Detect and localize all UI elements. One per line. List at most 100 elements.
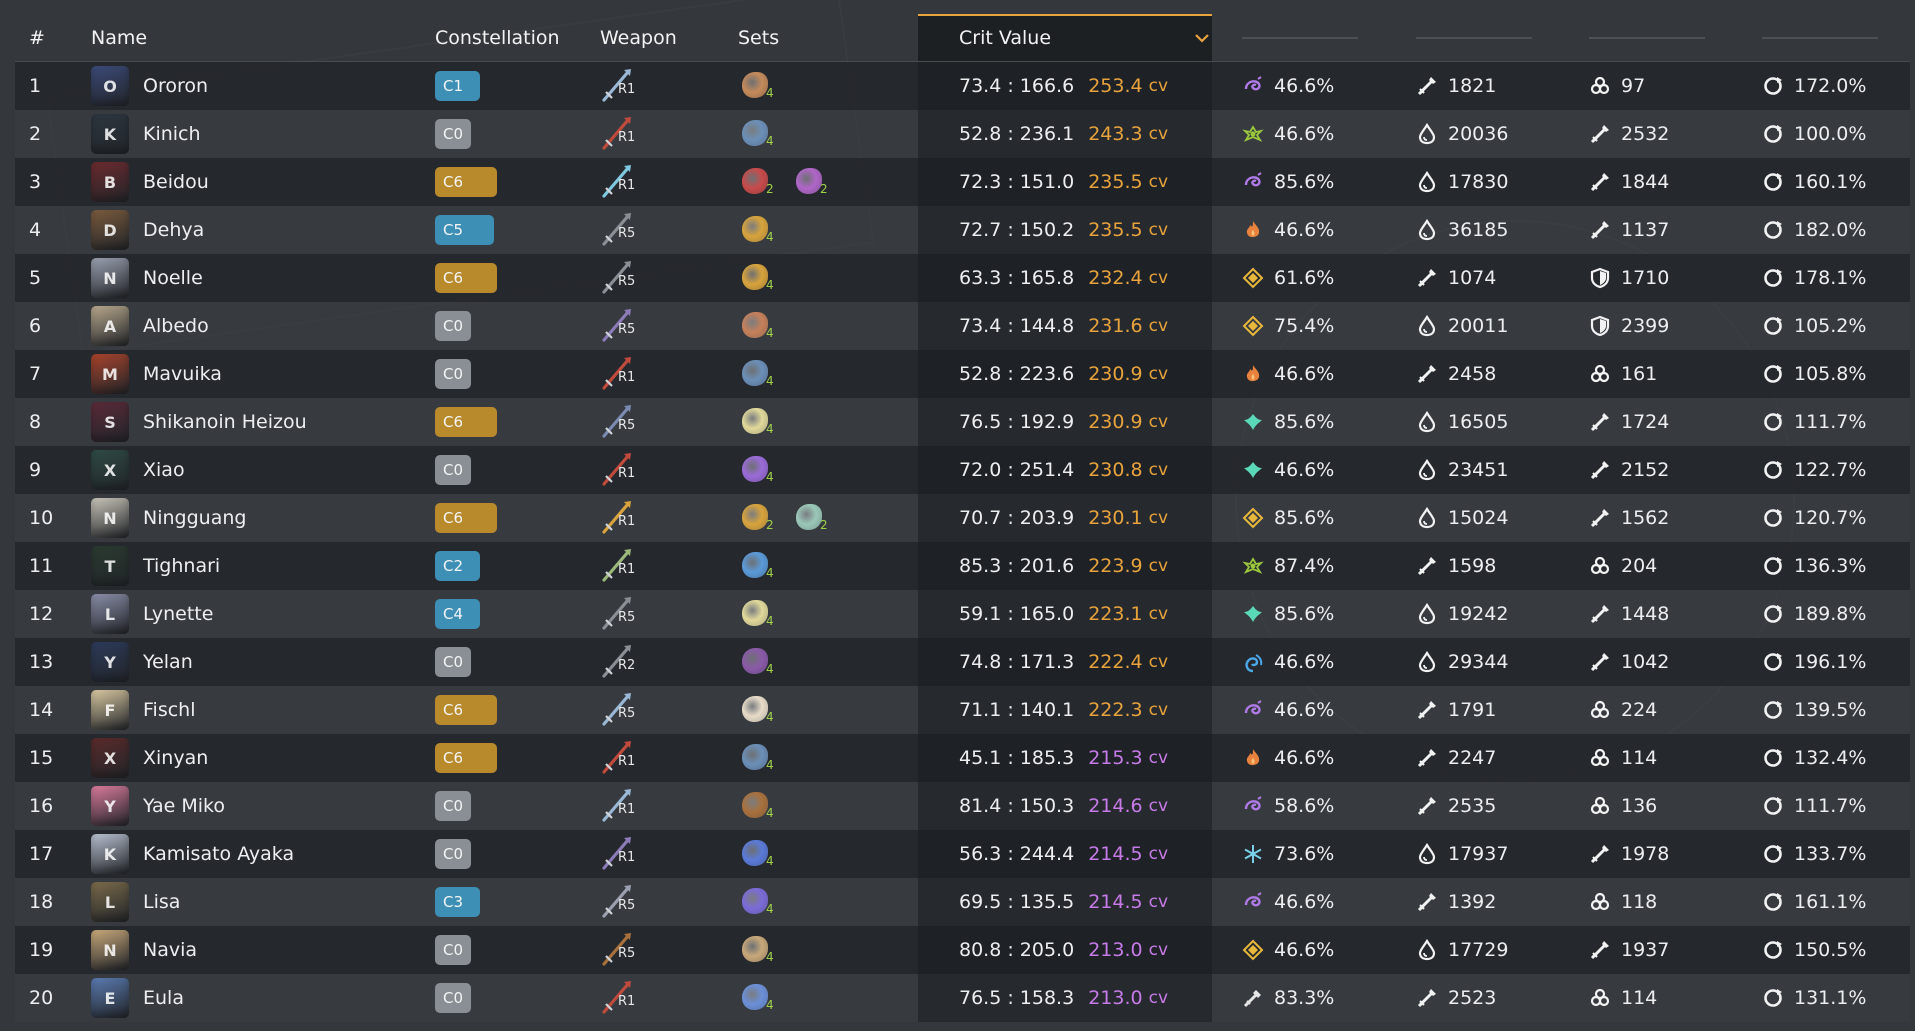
- weapon[interactable]: R1: [600, 786, 640, 826]
- artifact-set[interactable]: 2: [738, 498, 792, 538]
- character-name-cell[interactable]: M Mavuika: [91, 350, 435, 398]
- table-row[interactable]: 16 Y Yae Miko C0 R1 4 81.4 : 150.3 214.6 cv 58.6%…: [15, 782, 1910, 830]
- artifact-set[interactable]: 4: [738, 114, 792, 154]
- character-name-cell[interactable]: Y Yae Miko: [91, 782, 435, 830]
- weapon-cell[interactable]: R1: [600, 494, 738, 542]
- character-name-cell[interactable]: O Ororon: [91, 62, 435, 110]
- weapon-cell[interactable]: R1: [600, 62, 738, 110]
- table-row[interactable]: 5 N Noelle C6 R5 4 63.3 : 165.8 232.4 cv 61.6% 107…: [15, 254, 1910, 302]
- weapon-cell[interactable]: R1: [600, 974, 738, 1022]
- weapon[interactable]: R1: [600, 450, 640, 490]
- artifact-set[interactable]: 4: [738, 306, 792, 346]
- header-stat-4[interactable]: [1747, 14, 1910, 61]
- table-row[interactable]: 10 N Ningguang C6 R1 2 2 70.7 : 203.9 230.1 cv 85.…: [15, 494, 1910, 542]
- character-name-cell[interactable]: N Noelle: [91, 254, 435, 302]
- weapon-cell[interactable]: R5: [600, 302, 738, 350]
- table-row[interactable]: 8 S Shikanoin Heizou C6 R5 4 76.5 : 192.9 230.9…: [15, 398, 1910, 446]
- table-row[interactable]: 6 A Albedo C0 R5 4 73.4 : 144.8 231.6 cv 75.4% 200…: [15, 302, 1910, 350]
- weapon[interactable]: R1: [600, 162, 640, 202]
- weapon[interactable]: R1: [600, 498, 640, 538]
- artifact-set[interactable]: 4: [738, 930, 792, 970]
- character-name-cell[interactable]: K Kamisato Ayaka: [91, 830, 435, 878]
- artifact-set[interactable]: 4: [738, 690, 792, 730]
- weapon-cell[interactable]: R5: [600, 254, 738, 302]
- weapon-cell[interactable]: R5: [600, 398, 738, 446]
- weapon[interactable]: R1: [600, 834, 640, 874]
- character-name-cell[interactable]: F Fischl: [91, 686, 435, 734]
- chevron-down-icon[interactable]: [1193, 29, 1211, 47]
- artifact-set[interactable]: 4: [738, 786, 792, 826]
- weapon-cell[interactable]: R5: [600, 206, 738, 254]
- character-name-cell[interactable]: E Eula: [91, 974, 435, 1022]
- table-row[interactable]: 14 F Fischl C6 R5 4 71.1 : 140.1 222.3 cv 46.6% 17…: [15, 686, 1910, 734]
- artifact-set[interactable]: 4: [738, 642, 792, 682]
- artifact-set[interactable]: 4: [738, 882, 792, 922]
- artifact-set[interactable]: 4: [738, 402, 792, 442]
- character-name-cell[interactable]: X Xiao: [91, 446, 435, 494]
- character-name-cell[interactable]: Y Yelan: [91, 638, 435, 686]
- weapon[interactable]: R5: [600, 930, 640, 970]
- header-rank[interactable]: #: [15, 14, 91, 61]
- weapon[interactable]: R5: [600, 690, 640, 730]
- artifact-set[interactable]: 4: [738, 594, 792, 634]
- artifact-set[interactable]: 4: [738, 258, 792, 298]
- character-name-cell[interactable]: B Beidou: [91, 158, 435, 206]
- weapon[interactable]: R1: [600, 546, 640, 586]
- character-name-cell[interactable]: N Ningguang: [91, 494, 435, 542]
- weapon-cell[interactable]: R5: [600, 590, 738, 638]
- table-row[interactable]: 9 X Xiao C0 R1 4 72.0 : 251.4 230.8 cv 46.6% 23451…: [15, 446, 1910, 494]
- character-name-cell[interactable]: X Xinyan: [91, 734, 435, 782]
- weapon[interactable]: R1: [600, 66, 640, 106]
- weapon-cell[interactable]: R1: [600, 158, 738, 206]
- weapon[interactable]: R1: [600, 354, 640, 394]
- weapon-cell[interactable]: R1: [600, 446, 738, 494]
- artifact-set[interactable]: 2: [792, 498, 846, 538]
- table-row[interactable]: 18 L Lisa C3 R5 4 69.5 : 135.5 214.5 cv 46.6% 1392…: [15, 878, 1910, 926]
- weapon[interactable]: R5: [600, 306, 640, 346]
- character-name-cell[interactable]: L Lynette: [91, 590, 435, 638]
- character-name-cell[interactable]: K Kinich: [91, 110, 435, 158]
- table-row[interactable]: 3 B Beidou C6 R1 2 2 72.3 : 151.0 235.5 cv 85.6% 17…: [15, 158, 1910, 206]
- artifact-set[interactable]: 2: [792, 162, 846, 202]
- weapon-cell[interactable]: R5: [600, 878, 738, 926]
- weapon[interactable]: R2: [600, 642, 640, 682]
- weapon-cell[interactable]: R2: [600, 638, 738, 686]
- header-stat-1[interactable]: [1227, 14, 1401, 61]
- weapon-cell[interactable]: R1: [600, 110, 738, 158]
- artifact-set[interactable]: 4: [738, 978, 792, 1018]
- header-stat-2[interactable]: [1401, 14, 1574, 61]
- table-row[interactable]: 15 X Xinyan C6 R1 4 45.1 : 185.3 215.3 cv 46.6% 22…: [15, 734, 1910, 782]
- table-row[interactable]: 4 D Dehya C5 R5 4 72.7 : 150.2 235.5 cv 46.6% 3618…: [15, 206, 1910, 254]
- weapon-cell[interactable]: R5: [600, 686, 738, 734]
- weapon-cell[interactable]: R1: [600, 830, 738, 878]
- table-row[interactable]: 2 K Kinich C0 R1 4 52.8 : 236.1 243.3 cv 46.6% 200…: [15, 110, 1910, 158]
- header-sets[interactable]: Sets: [738, 14, 933, 61]
- table-row[interactable]: 17 K Kamisato Ayaka C0 R1 4 56.3 : 244.4 214.5 c…: [15, 830, 1910, 878]
- artifact-set[interactable]: 4: [738, 834, 792, 874]
- weapon-cell[interactable]: R1: [600, 782, 738, 830]
- table-row[interactable]: 1 O Ororon C1 R1 4 73.4 : 166.6 253.4 cv 46.6% 182…: [15, 62, 1910, 110]
- artifact-set[interactable]: 4: [738, 450, 792, 490]
- weapon[interactable]: R5: [600, 882, 640, 922]
- weapon-cell[interactable]: R5: [600, 926, 738, 974]
- table-row[interactable]: 19 N Navia C0 R5 4 80.8 : 205.0 213.0 cv 46.6% 177…: [15, 926, 1910, 974]
- weapon[interactable]: R5: [600, 402, 640, 442]
- header-stat-3[interactable]: [1574, 14, 1747, 61]
- character-name-cell[interactable]: A Albedo: [91, 302, 435, 350]
- character-name-cell[interactable]: S Shikanoin Heizou: [91, 398, 435, 446]
- table-row[interactable]: 20 E Eula C0 R1 4 76.5 : 158.3 213.0 cv 83.3% 2523…: [15, 974, 1910, 1022]
- artifact-set[interactable]: 4: [738, 66, 792, 106]
- weapon-cell[interactable]: R1: [600, 734, 738, 782]
- artifact-set[interactable]: 4: [738, 738, 792, 778]
- weapon[interactable]: R1: [600, 978, 640, 1018]
- weapon-cell[interactable]: R1: [600, 542, 738, 590]
- weapon[interactable]: R5: [600, 210, 640, 250]
- character-name-cell[interactable]: D Dehya: [91, 206, 435, 254]
- artifact-set[interactable]: 4: [738, 354, 792, 394]
- weapon[interactable]: R1: [600, 114, 640, 154]
- artifact-set[interactable]: 4: [738, 546, 792, 586]
- table-row[interactable]: 7 M Mavuika C0 R1 4 52.8 : 223.6 230.9 cv 46.6% 24…: [15, 350, 1910, 398]
- character-name-cell[interactable]: L Lisa: [91, 878, 435, 926]
- table-row[interactable]: 11 T Tighnari C2 R1 4 85.3 : 201.6 223.9 cv 87.4%…: [15, 542, 1910, 590]
- header-weapon[interactable]: Weapon: [600, 14, 738, 61]
